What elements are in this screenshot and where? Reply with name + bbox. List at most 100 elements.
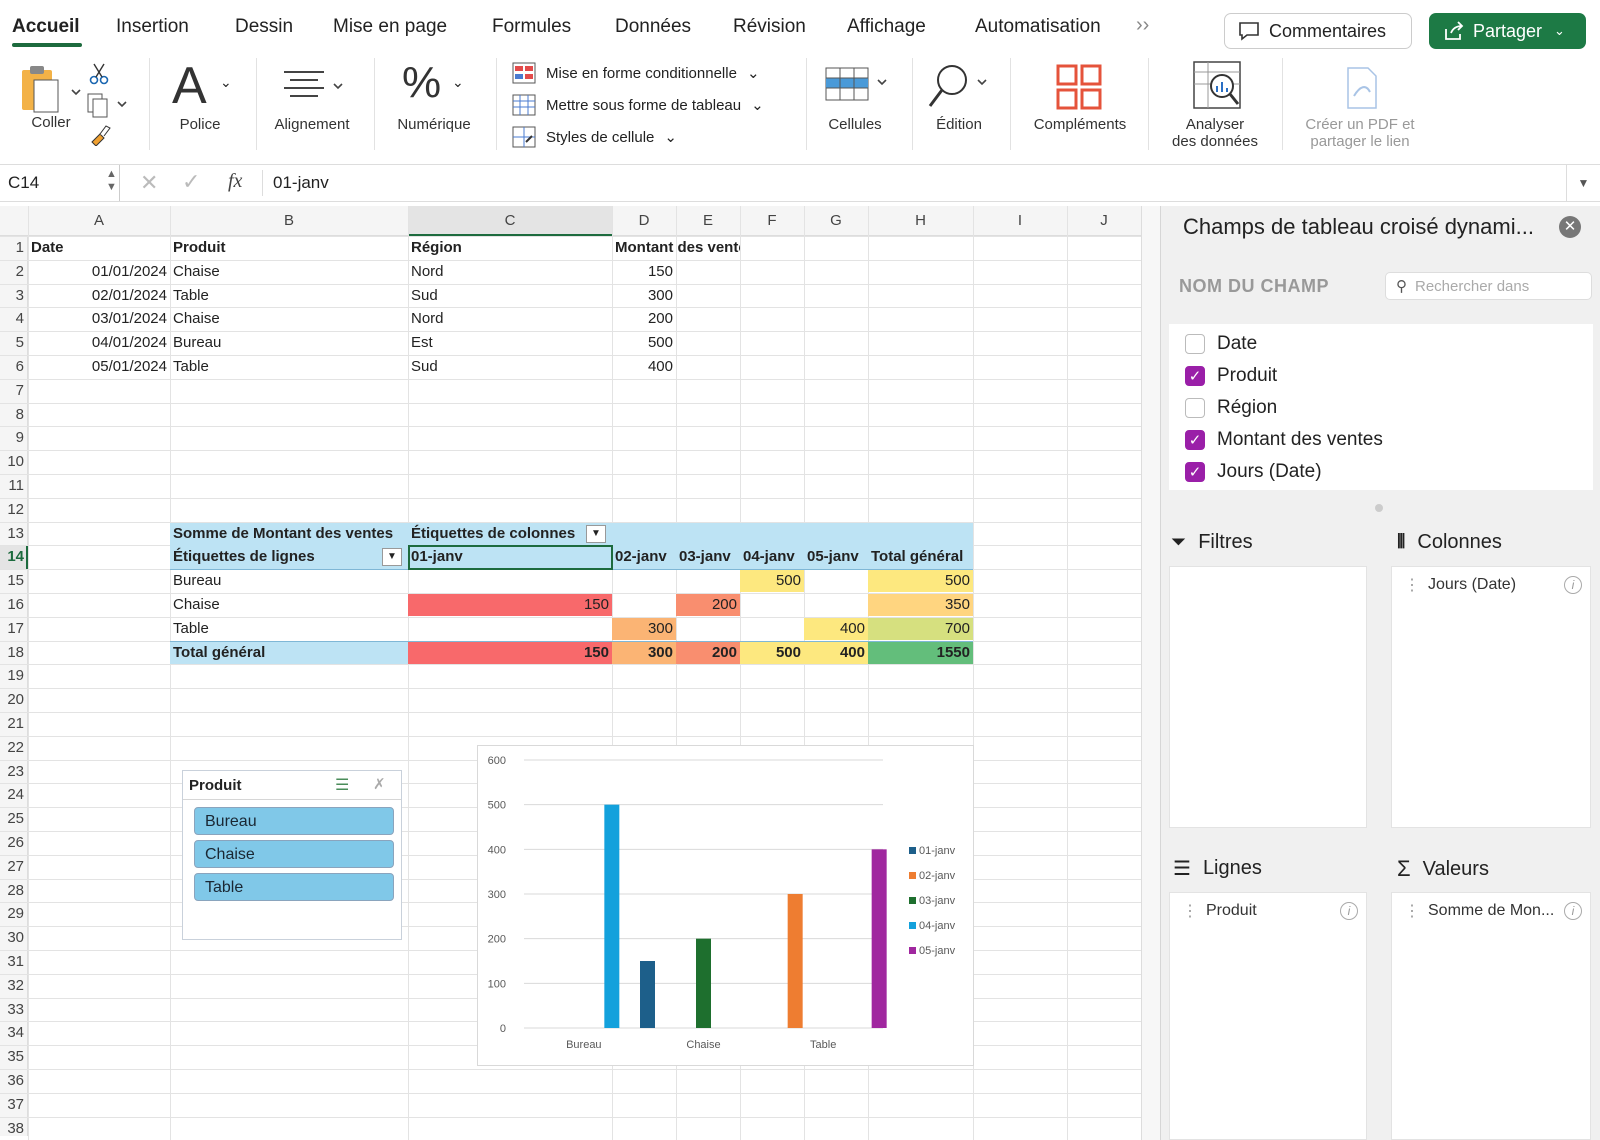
row-header-12[interactable]: 12 xyxy=(0,501,24,518)
pivot-grand-total-cell[interactable]: 150 xyxy=(408,641,612,664)
name-box[interactable]: C14 xyxy=(0,165,120,201)
row-header-28[interactable]: 28 xyxy=(0,882,24,899)
pivot-date-header[interactable]: 03-janv xyxy=(676,546,740,568)
format-as-table-button[interactable]: Mettre sous forme de tableau ⌄ xyxy=(512,92,764,118)
pivot-date-header[interactable]: 05-janv xyxy=(804,546,868,568)
source-data-cell[interactable]: 150 xyxy=(612,261,676,283)
source-data-cell[interactable]: 01/01/2024 xyxy=(28,261,170,283)
row-header-17[interactable]: 17 xyxy=(0,620,24,637)
pivot-row-total[interactable]: 700 xyxy=(868,617,973,640)
row-header-22[interactable]: 22 xyxy=(0,739,24,756)
row-header-18[interactable]: 18 xyxy=(0,644,24,661)
pivot-value-cell[interactable] xyxy=(676,618,740,640)
source-data-cell[interactable]: Nord xyxy=(408,261,612,283)
source-data-cell[interactable]: Bureau xyxy=(170,332,408,354)
source-data-cell[interactable]: Table xyxy=(170,356,408,378)
row-header-23[interactable]: 23 xyxy=(0,763,24,780)
clipboard-icon[interactable] xyxy=(16,64,88,116)
column-header-B[interactable]: B xyxy=(170,212,408,229)
tab-mise-en-page[interactable]: Mise en page xyxy=(333,16,447,38)
checkbox-checked[interactable]: ✓ xyxy=(1185,366,1205,386)
pivot-grand-total-cell[interactable]: 200 xyxy=(676,641,740,664)
analyze-data-group[interactable]: Analyser des données xyxy=(1160,58,1270,158)
row-header-13[interactable]: 13 xyxy=(0,525,24,542)
column-header-I[interactable]: I xyxy=(973,212,1067,229)
row-header-33[interactable]: 33 xyxy=(0,1001,24,1018)
column-header-E[interactable]: E xyxy=(676,212,740,229)
pivot-row-total[interactable]: 350 xyxy=(868,594,973,616)
conditional-format-button[interactable]: Mise en forme conditionnelle ⌄ xyxy=(512,60,760,86)
pivot-row-total[interactable]: 500 xyxy=(868,570,973,593)
row-header-14[interactable]: 14 xyxy=(0,548,24,565)
more-tabs-icon[interactable]: ›› xyxy=(1136,14,1149,37)
pivot-value-cell[interactable] xyxy=(612,570,676,592)
slicer-produit[interactable]: Produit ☰ ✗ Bureau Chaise Table xyxy=(182,770,402,940)
pivot-row-label[interactable]: Bureau xyxy=(170,570,408,592)
column-header-H[interactable]: H xyxy=(868,212,973,229)
source-data-cell[interactable]: 300 xyxy=(612,285,676,307)
pivot-grand-total-value[interactable]: 1550 xyxy=(868,641,973,664)
columns-area[interactable]: ⋮ Jours (Date) i xyxy=(1391,566,1591,828)
row-header-4[interactable]: 4 xyxy=(0,310,24,327)
row-header-36[interactable]: 36 xyxy=(0,1072,24,1089)
row-header-24[interactable]: 24 xyxy=(0,786,24,803)
column-filter-dropdown-icon[interactable]: ▼ xyxy=(586,524,606,543)
field-item[interactable]: ✓ Montant des ventes xyxy=(1185,426,1383,454)
source-data-cell[interactable]: Chaise xyxy=(170,308,408,330)
field-item[interactable]: Région xyxy=(1185,394,1277,422)
column-header-C[interactable]: C xyxy=(408,212,612,229)
row-header-30[interactable]: 30 xyxy=(0,929,24,946)
field-search-input[interactable]: ⚲ Rechercher dans xyxy=(1385,272,1592,300)
pivot-grand-total-label[interactable]: Total général xyxy=(170,642,408,664)
row-header-9[interactable]: 9 xyxy=(0,429,24,446)
tab-affichage[interactable]: Affichage xyxy=(847,16,926,38)
pivot-value-cell[interactable]: 150 xyxy=(408,594,612,616)
pivot-column-labels[interactable]: Étiquettes de colonnes xyxy=(408,523,612,545)
row-header-19[interactable]: 19 xyxy=(0,667,24,684)
pivot-value-cell[interactable] xyxy=(408,570,612,592)
vertical-scrollbar[interactable] xyxy=(1141,206,1160,1140)
source-data-cell[interactable]: Nord xyxy=(408,308,612,330)
column-header-F[interactable]: F xyxy=(740,212,804,229)
tab-automatisation[interactable]: Automatisation xyxy=(975,16,1101,38)
addins-group[interactable]: Compléments xyxy=(1020,58,1140,158)
pivot-row-labels[interactable]: Étiquettes de lignes xyxy=(170,546,408,568)
editing-group[interactable]: Édition xyxy=(914,58,1004,158)
info-icon[interactable]: i xyxy=(1340,902,1358,920)
column-header-J[interactable]: J xyxy=(1067,212,1141,229)
row-header-11[interactable]: 11 xyxy=(0,477,24,494)
row-header-25[interactable]: 25 xyxy=(0,810,24,827)
expand-formula-button[interactable]: ▼ xyxy=(1566,165,1600,201)
source-data-cell[interactable]: Est xyxy=(408,332,612,354)
pivot-date-header[interactable]: 02-janv xyxy=(612,546,676,568)
source-data-cell[interactable]: Sud xyxy=(408,285,612,307)
pivot-grand-total-header[interactable]: Total général xyxy=(868,546,973,568)
name-box-stepper-icon[interactable]: ▲ ▼ xyxy=(106,168,117,194)
row-header-32[interactable]: 32 xyxy=(0,977,24,994)
pivot-chart[interactable]: 0 100 200 300 400 500 600 Bureau Chaise Table 01-j… xyxy=(477,745,974,1066)
row-header-27[interactable]: 27 xyxy=(0,858,24,875)
source-data-cell[interactable]: 03/01/2024 xyxy=(28,308,170,330)
multi-select-icon[interactable]: ☰ xyxy=(335,775,349,795)
checkbox-checked[interactable]: ✓ xyxy=(1185,462,1205,482)
row-header-38[interactable]: 38 xyxy=(0,1120,24,1137)
tab-revision[interactable]: Révision xyxy=(733,16,806,38)
pivot-value-cell[interactable]: 300 xyxy=(612,617,676,640)
row-header-26[interactable]: 26 xyxy=(0,834,24,851)
pivot-row-label[interactable]: Chaise xyxy=(170,594,408,616)
source-data-cell[interactable]: Sud xyxy=(408,356,612,378)
filters-area[interactable] xyxy=(1169,566,1367,828)
share-button[interactable]: Partager ⌄ xyxy=(1429,13,1586,49)
pivot-value-cell[interactable] xyxy=(740,618,804,640)
source-header-cell[interactable]: Montant des ventes xyxy=(612,237,740,259)
create-pdf-group[interactable]: Créer un PDF et partager le lien xyxy=(1290,58,1430,158)
row-header-37[interactable]: 37 xyxy=(0,1096,24,1113)
tab-dessin[interactable]: Dessin xyxy=(235,16,293,38)
row-header-5[interactable]: 5 xyxy=(0,334,24,351)
check-icon[interactable]: ✓ xyxy=(182,169,200,195)
row-header-6[interactable]: 6 xyxy=(0,358,24,375)
row-header-31[interactable]: 31 xyxy=(0,953,24,970)
alignment-group[interactable]: Alignement xyxy=(262,58,362,158)
row-header-8[interactable]: 8 xyxy=(0,406,24,423)
pivot-value-cell[interactable]: 400 xyxy=(804,617,868,640)
